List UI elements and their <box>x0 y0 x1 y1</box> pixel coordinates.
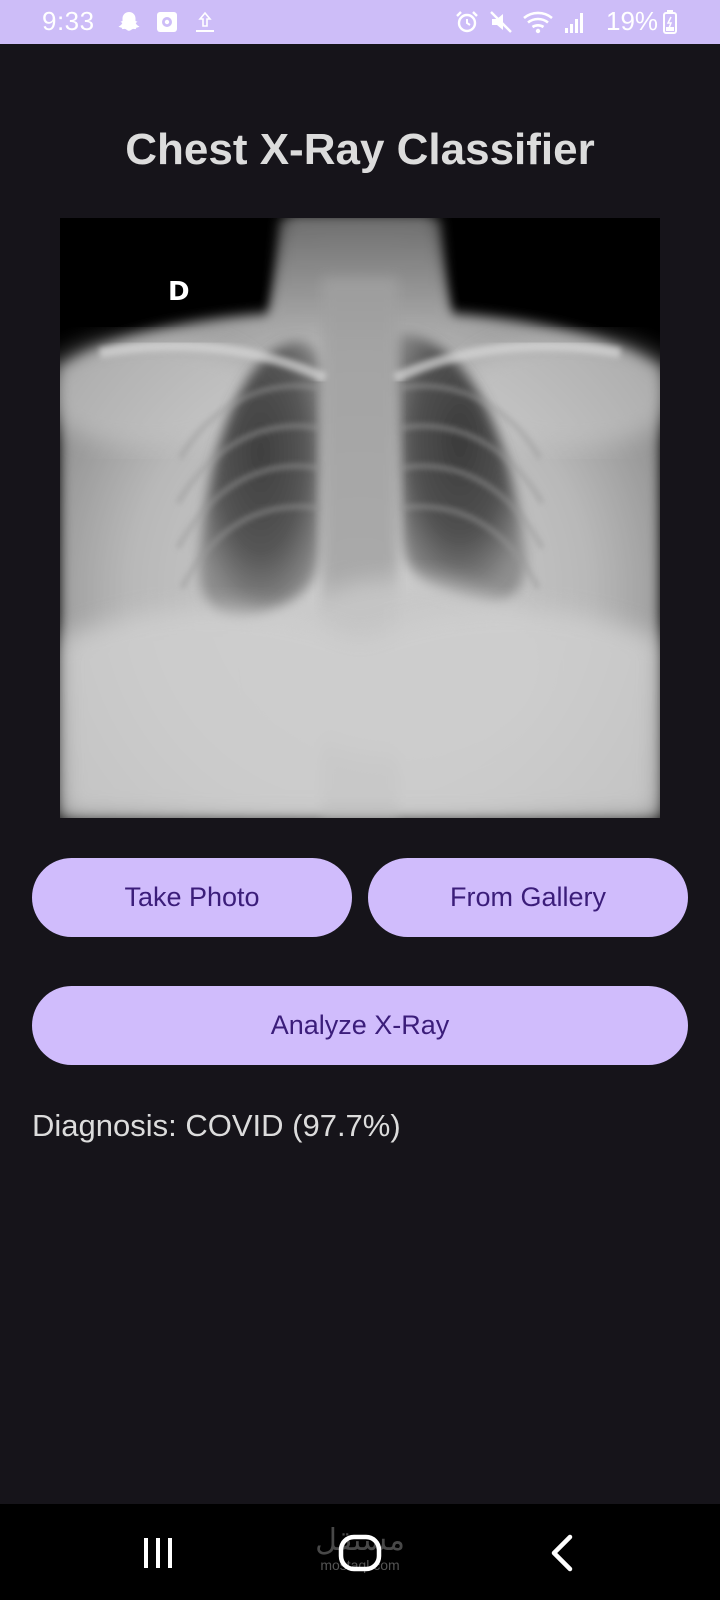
page-title: Chest X-Ray Classifier <box>125 125 595 174</box>
media-icon <box>154 9 180 35</box>
signal-icon <box>562 9 588 35</box>
status-time: 9:33 <box>42 6 95 36</box>
app-screen: 9:33 19% Chest X-Ray Classifier D Take P… <box>0 0 720 1600</box>
alarm-icon <box>454 9 480 35</box>
recent-apps-icon[interactable] <box>140 1536 176 1575</box>
diagnosis-result: Diagnosis: COVID (97.7%) <box>32 1108 401 1143</box>
from-gallery-button[interactable]: From Gallery <box>368 858 688 937</box>
xray-marker: D <box>168 277 190 307</box>
upload-icon <box>192 9 218 35</box>
wifi-icon <box>522 9 556 35</box>
battery-icon <box>662 9 678 35</box>
mute-icon <box>488 9 514 35</box>
back-icon[interactable] <box>548 1534 576 1577</box>
snapchat-icon <box>116 9 142 35</box>
status-bar: 9:33 19% <box>0 0 720 44</box>
home-icon[interactable] <box>338 1534 382 1577</box>
take-photo-button[interactable]: Take Photo <box>32 858 352 937</box>
battery-percentage: 19% <box>606 6 659 36</box>
xray-image: D <box>60 218 660 818</box>
analyze-xray-button[interactable]: Analyze X-Ray <box>32 986 688 1065</box>
navigation-bar: مستقل mostaql.com <box>0 1504 720 1600</box>
